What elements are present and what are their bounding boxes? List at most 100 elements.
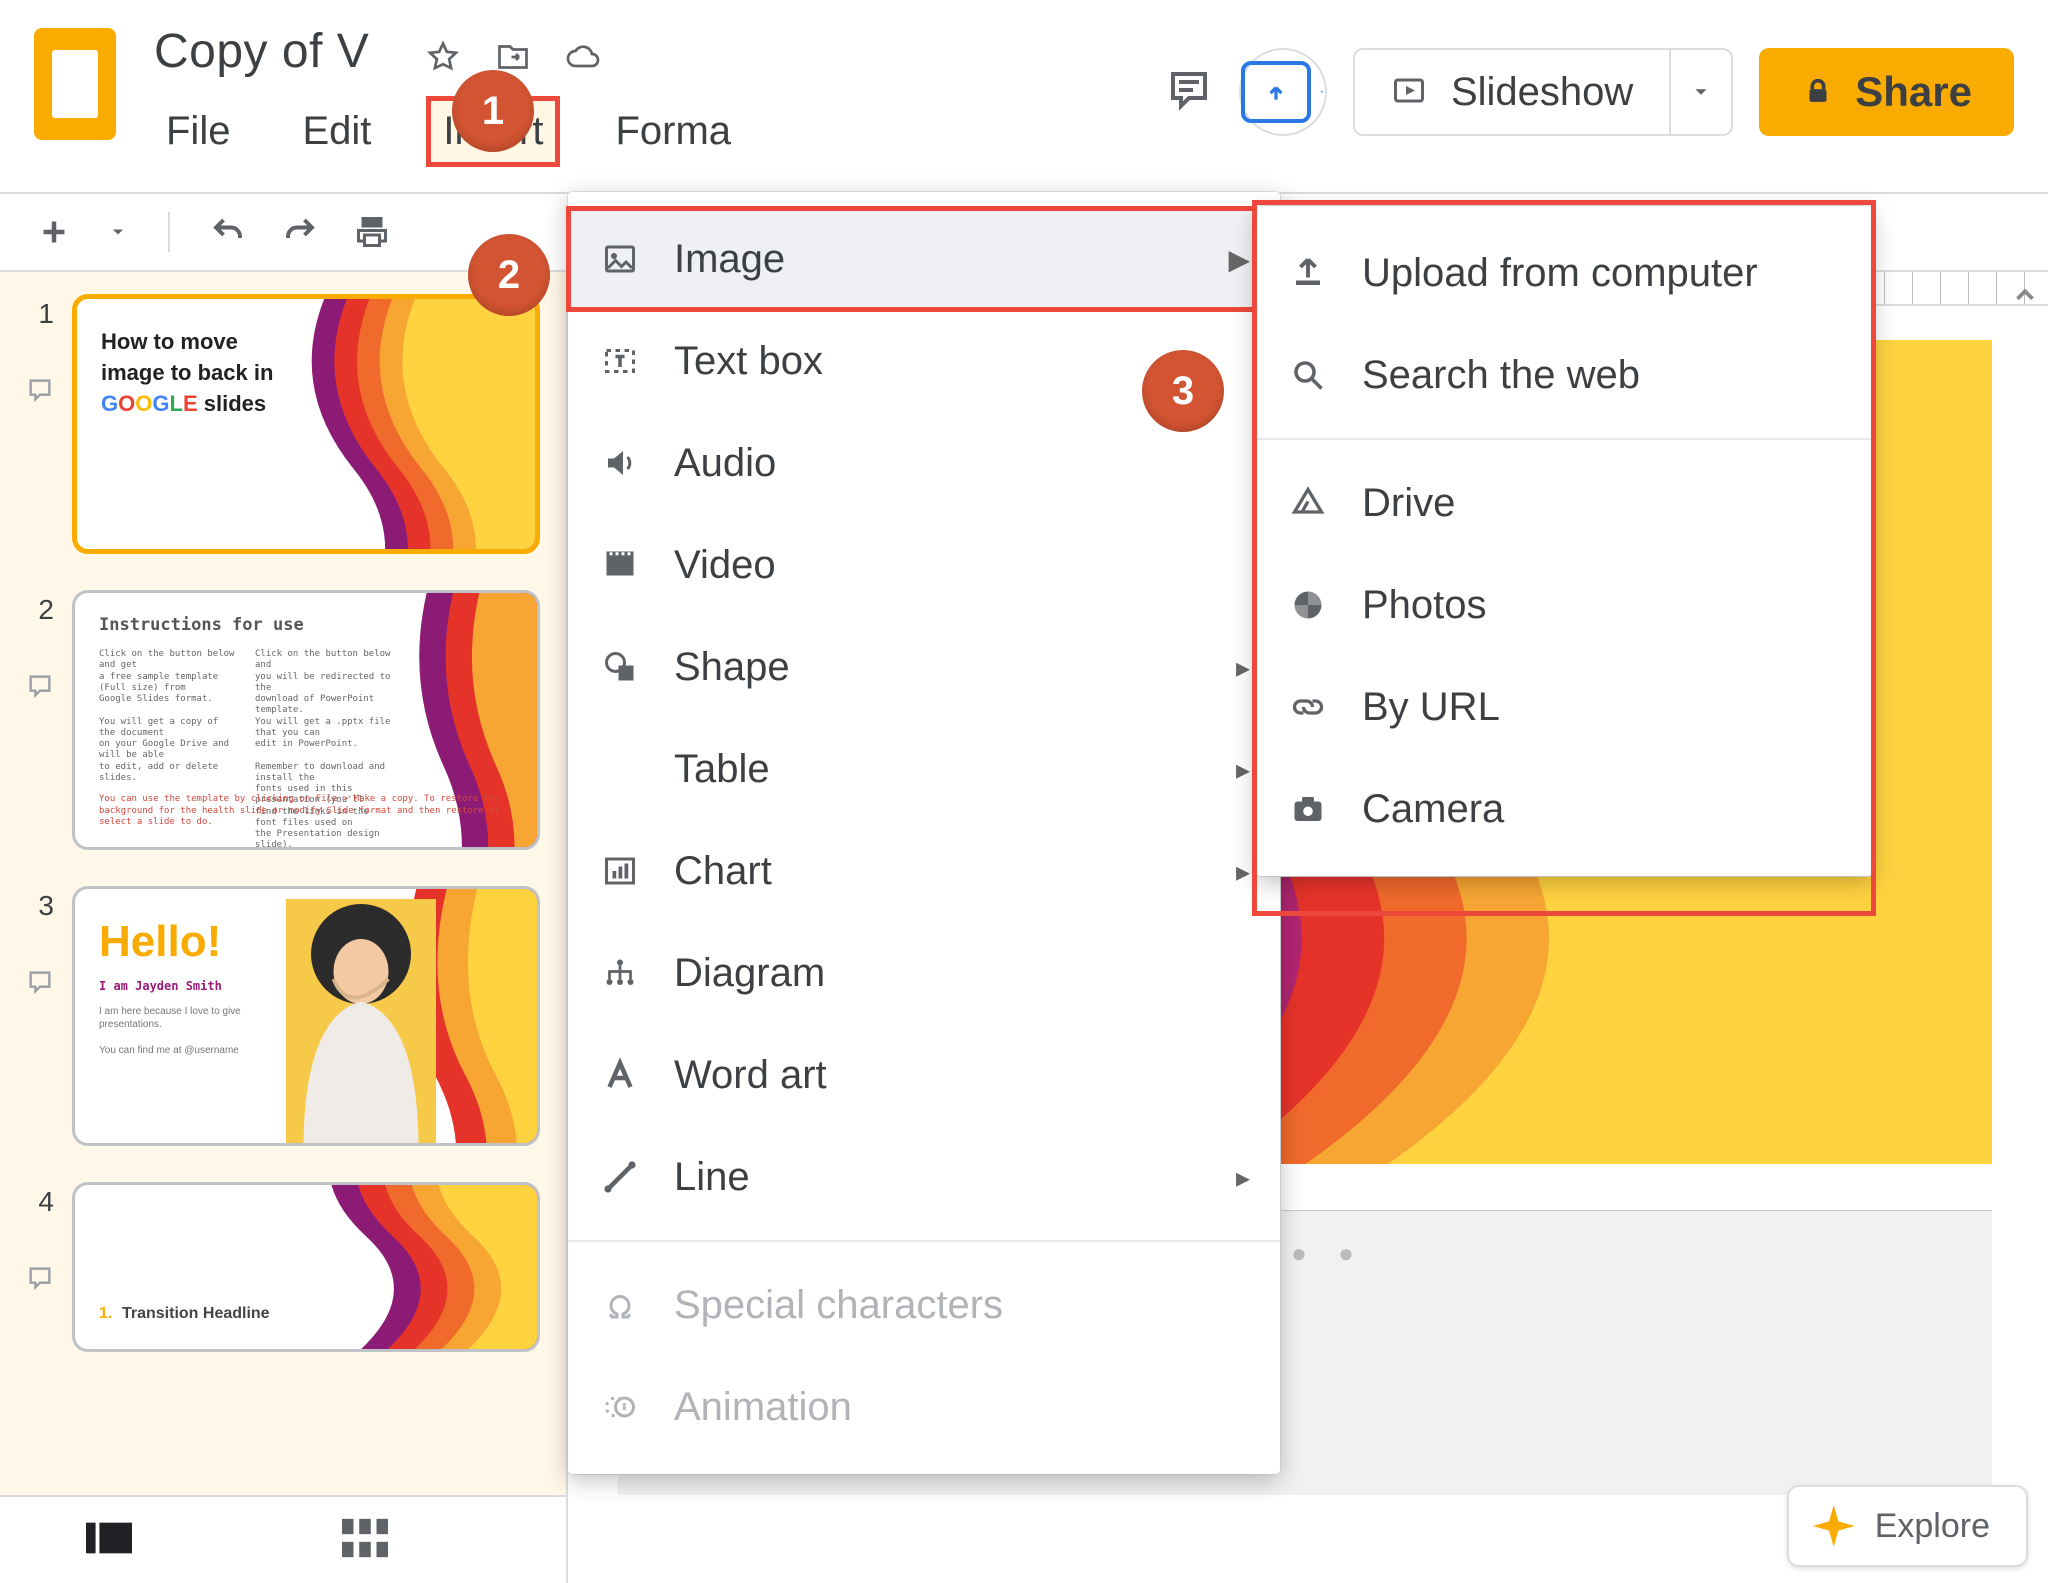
submenu-arrow-icon: ▸ [1236,1161,1250,1194]
menu-bar: File Edit Insert Forma [154,101,743,162]
menu-edit[interactable]: Edit [290,101,383,162]
slide-thumb-1[interactable]: 1 How to move image to back in GOOGLE sl… [26,294,540,554]
submenu-byurl[interactable]: By URL [1256,656,1872,758]
present-icon [1241,61,1311,123]
step-badge-2: 2 [468,234,550,316]
redo-button[interactable] [274,206,326,258]
slideshow-button[interactable]: Slideshow [1353,48,1671,136]
insert-special-item: Special characters [568,1254,1280,1356]
menu-label: Image [674,237,785,282]
comment-icon [26,1264,54,1292]
insert-wordart-item[interactable]: Word art [568,1024,1280,1126]
menu-label: Chart [674,849,772,894]
explore-label: Explore [1875,1507,1990,1546]
submenu-arrow-icon: ▸ [1236,651,1250,684]
explore-icon [1813,1505,1855,1547]
menu-divider [568,1240,1280,1242]
slide-number-col: 1 [26,294,54,409]
share-button[interactable]: Share [1759,48,2014,136]
slide-filmstrip[interactable]: 1 How to move image to back in GOOGLE sl… [0,272,568,1495]
insert-table-item[interactable]: Table ▸ [568,718,1280,820]
slide-thumb-canvas: 1. Transition Headline [72,1182,540,1352]
menu-format[interactable]: Forma [603,101,743,162]
slide-number: 2 [26,590,54,626]
share-label: Share [1855,68,1972,116]
slide-number: 3 [26,886,54,922]
menu-label: Video [674,543,776,588]
submenu-arrow-icon: ▶ [1228,243,1250,276]
insert-line-item[interactable]: Line ▸ [568,1126,1280,1228]
slide-number-col: 3 [26,886,54,1001]
insert-image-submenu: Upload from computer Search the web Driv… [1256,206,1872,876]
menu-file[interactable]: File [154,101,242,162]
slide2-note: You can use the template by clicking on … [99,794,513,829]
grid-view-icon[interactable] [342,1518,388,1563]
menu-label: Search the web [1362,353,1640,398]
slide-number: 4 [26,1182,54,1218]
insert-animation-item: Animation [568,1356,1280,1458]
slides-logo[interactable] [34,28,116,140]
slide-number-col: 4 [26,1182,54,1297]
slide-thumb-2[interactable]: 2 Instructions for use Click on the butt… [26,590,540,850]
comment-icon [26,672,54,700]
step-badge-3: 3 [1142,350,1224,432]
doc-title[interactable]: Copy of V [154,20,369,87]
slide-thumb-canvas: Instructions for use Click on the button… [72,590,540,850]
slide1-title: How to move image to back in GOOGLE slid… [101,327,273,419]
new-slide-button[interactable] [28,206,80,258]
doc-header: Copy of V File Edit Insert Forma Slides [0,0,2048,192]
insert-image-item[interactable]: Image ▶ [568,208,1280,310]
submenu-arrow-icon: ▸ [1236,753,1250,786]
menu-divider [1256,438,1872,440]
new-slide-dropdown[interactable] [100,214,136,250]
insert-shape-item[interactable]: Shape ▸ [568,616,1280,718]
print-button[interactable] [346,206,398,258]
star-icon[interactable] [425,39,461,80]
menu-label: Camera [1362,787,1504,832]
slide-thumb-canvas: How to move image to back in GOOGLE slid… [72,294,540,554]
wave-graphic [263,294,540,554]
cloud-status-icon[interactable] [565,39,601,80]
explore-button[interactable]: Explore [1787,1485,2028,1567]
comment-icon [26,376,54,404]
menu-label: Audio [674,441,776,486]
slide-thumb-canvas: Hello! I am Jayden Smith I am here becau… [72,886,540,1146]
submenu-drive[interactable]: Drive [1256,452,1872,554]
insert-diagram-item[interactable]: Diagram [568,922,1280,1024]
slide2-heading: Instructions for use [99,615,304,635]
doc-title-block: Copy of V File Edit Insert Forma [154,20,743,162]
slide3-hello: Hello! [99,917,221,967]
slide2-col1: Click on the button below and geta free … [99,649,239,784]
submenu-search[interactable]: Search the web [1256,324,1872,426]
menu-label: Diagram [674,951,825,996]
menu-label: Text box [674,339,823,384]
menu-label: Shape [674,645,790,690]
insert-video-item[interactable]: Video [568,514,1280,616]
submenu-photos[interactable]: Photos [1256,554,1872,656]
menu-label: Special characters [674,1283,1003,1328]
scroll-up-icon[interactable] [2010,280,2040,315]
person-photo [281,899,441,1146]
slide-thumb-3[interactable]: 3 Hello! I am Jayden Smith I am here bec… [26,886,540,1146]
slide3-subtitle: I am Jayden Smith [99,979,222,993]
doc-quick-icons [425,39,601,80]
menu-label: Line [674,1155,750,1200]
comment-icon [26,968,54,996]
slide-number-col: 2 [26,590,54,705]
present-button[interactable] [1239,48,1327,136]
slide-thumb-4[interactable]: 4 1. Transition Headline [26,1182,540,1352]
slide4-headline: 1. Transition Headline [99,1303,270,1323]
submenu-camera[interactable]: Camera [1256,758,1872,860]
slide-number: 1 [26,294,54,330]
comments-icon[interactable] [1165,66,1213,119]
menu-label: Animation [674,1385,852,1430]
submenu-arrow-icon: ▸ [1236,855,1250,888]
menu-label: Table [674,747,770,792]
undo-button[interactable] [202,206,254,258]
slideshow-dropdown[interactable] [1671,48,1733,136]
slideshow-label: Slideshow [1451,70,1633,115]
filmstrip-view-icon[interactable] [86,1518,132,1563]
submenu-upload[interactable]: Upload from computer [1256,222,1872,324]
insert-chart-item[interactable]: Chart ▸ [568,820,1280,922]
filmstrip-footer [0,1495,568,1583]
